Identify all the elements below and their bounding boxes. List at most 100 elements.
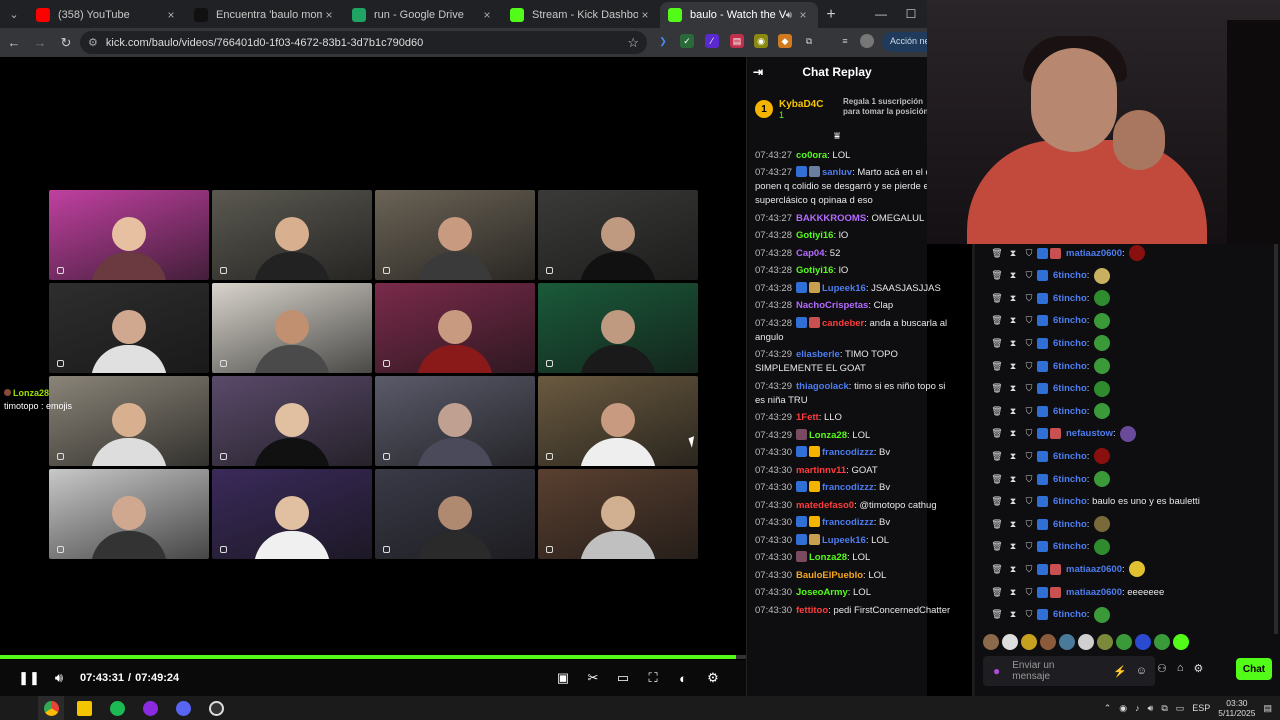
discord-taskbar-icon[interactable] — [170, 696, 196, 720]
message-username[interactable]: JoseoArmy — [796, 587, 848, 598]
delete-icon[interactable]: 🗑︎ — [989, 406, 1005, 417]
app-taskbar-icon[interactable] — [137, 696, 163, 720]
ban-shield-icon[interactable]: ⛉ — [1021, 496, 1037, 507]
message-username[interactable]: Cap04 — [796, 248, 825, 259]
delete-icon[interactable]: 🗑︎ — [989, 451, 1005, 462]
maximize-icon[interactable]: ☐ — [896, 7, 926, 21]
ban-shield-icon[interactable]: ⛉ — [1021, 428, 1037, 439]
ban-shield-icon[interactable]: ⛉ — [1021, 541, 1037, 552]
spotify-taskbar-icon[interactable] — [104, 696, 130, 720]
emote-icon[interactable] — [1116, 634, 1132, 650]
delete-icon[interactable]: 🗑︎ — [989, 270, 1005, 281]
bookmark-star-icon[interactable]: ☆ — [627, 35, 639, 51]
timeout-icon[interactable]: ⧗ — [1005, 248, 1021, 259]
dashboard-chat-username[interactable]: 6tincho — [1053, 383, 1087, 394]
dashboard-chat-username[interactable]: 6tincho — [1053, 451, 1087, 462]
message-username[interactable]: Lupeek16 — [822, 283, 866, 294]
dashboard-chat-username[interactable]: matiaaz0600 — [1066, 248, 1122, 259]
timeout-icon[interactable]: ⧗ — [1005, 541, 1021, 552]
taskbar-clock[interactable]: 03:30 5/11/2025 — [1218, 698, 1255, 718]
message-username[interactable]: NachoCrispetas — [796, 300, 868, 311]
address-bar[interactable]: ⚙ kick.com/baulo/videos/766401d0-1f03-46… — [80, 31, 647, 54]
ban-shield-icon[interactable]: ⛉ — [1021, 383, 1037, 394]
delete-icon[interactable]: 🗑︎ — [989, 361, 1005, 372]
theater-mode-icon[interactable]: ▭ — [608, 663, 638, 693]
timeout-icon[interactable]: ⧗ — [1005, 383, 1021, 394]
delete-icon[interactable]: 🗑︎ — [989, 474, 1005, 485]
ban-shield-icon[interactable]: ⛉ — [1021, 609, 1037, 620]
chat-scrollbar[interactable] — [1274, 244, 1278, 634]
emote-icon[interactable] — [983, 634, 999, 650]
settings-gear-icon[interactable]: ⚙ — [698, 663, 728, 693]
extension-icon[interactable]: ◆ — [778, 34, 792, 48]
delete-icon[interactable]: 🗑︎ — [989, 428, 1005, 439]
fullscreen-icon[interactable]: ⛶ — [638, 663, 668, 693]
browser-tab[interactable]: (358) YouTube × — [28, 2, 186, 28]
emoji-icon[interactable]: ☺ — [1136, 665, 1147, 677]
timeout-icon[interactable]: ⧗ — [1005, 474, 1021, 485]
delete-icon[interactable]: 🗑︎ — [989, 248, 1005, 259]
message-username[interactable]: co0ora — [796, 150, 827, 161]
tab-search-button[interactable]: ⌄ — [0, 0, 28, 28]
emote-icon[interactable] — [1097, 634, 1113, 650]
delete-icon[interactable]: 🗑︎ — [989, 338, 1005, 349]
language-indicator[interactable]: ESP — [1192, 703, 1210, 713]
delete-icon[interactable]: 🗑︎ — [989, 541, 1005, 552]
dashboard-chat-username[interactable]: 6tincho — [1053, 270, 1087, 281]
emote-icon[interactable] — [1002, 634, 1018, 650]
message-username[interactable]: eliasberle — [796, 349, 840, 360]
chat-input[interactable]: ● Enviar un mensaje ⚡ ☺ — [983, 656, 1155, 686]
extension-icon[interactable]: ▤ — [730, 34, 744, 48]
delete-icon[interactable]: 🗑︎ — [989, 496, 1005, 507]
delete-icon[interactable]: 🗑︎ — [989, 519, 1005, 530]
profile-avatar[interactable] — [860, 34, 874, 48]
message-username[interactable]: candeber — [822, 318, 864, 329]
tab-audio-icon[interactable]: 🔊︎ — [786, 10, 792, 21]
dashboard-chat-username[interactable]: 6tincho — [1053, 293, 1087, 304]
chat-settings-gear-icon[interactable]: ⚙ — [1194, 662, 1204, 675]
miniplayer-icon[interactable]: ▣ — [548, 663, 578, 693]
ban-shield-icon[interactable]: ⛉ — [1021, 315, 1037, 326]
emote-icon[interactable] — [1021, 634, 1037, 650]
dashboard-chat-username[interactable]: 6tincho — [1053, 519, 1087, 530]
dashboard-chat-username[interactable]: 6tincho — [1053, 315, 1087, 326]
delete-icon[interactable]: 🗑︎ — [989, 315, 1005, 326]
top-gifter-banner[interactable]: 1 KybaD4C 1 Regala 1 suscripción para to… — [747, 87, 928, 131]
emote-icon[interactable] — [1078, 634, 1094, 650]
site-info-icon[interactable]: ⚙ — [88, 36, 98, 49]
delete-icon[interactable]: 🗑︎ — [989, 383, 1005, 394]
extension-icon[interactable]: ❯ — [656, 34, 670, 48]
ban-shield-icon[interactable]: ⛉ — [1021, 451, 1037, 462]
seek-bar[interactable] — [0, 655, 746, 659]
timeout-icon[interactable]: ⧗ — [1005, 564, 1021, 575]
ban-shield-icon[interactable]: ⛉ — [1021, 587, 1037, 598]
dashboard-chat-username[interactable]: 6tincho — [1053, 361, 1087, 372]
dashboard-chat-username[interactable]: 6tincho — [1053, 541, 1087, 552]
timeout-icon[interactable]: ⧗ — [1005, 519, 1021, 530]
tray-volume-icon[interactable]: 🔊︎ — [1148, 703, 1154, 714]
tab-close-icon[interactable]: × — [322, 8, 336, 22]
browser-tab[interactable]: Encuentra 'baulo momo' en TikTok× — [186, 2, 344, 28]
timeout-icon[interactable]: ⧗ — [1005, 496, 1021, 507]
ban-shield-icon[interactable]: ⛉ — [1021, 293, 1037, 304]
clip-icon[interactable]: ✂ — [578, 663, 608, 693]
message-username[interactable]: Lonza28 — [809, 552, 847, 563]
emote-icon[interactable] — [1173, 634, 1189, 650]
tab-close-icon[interactable]: × — [480, 8, 494, 22]
ban-shield-icon[interactable]: ⛉ — [1021, 406, 1037, 417]
tray-mic-icon[interactable]: ♪ — [1135, 703, 1140, 713]
timeout-icon[interactable]: ⧗ — [1005, 361, 1021, 372]
timeout-icon[interactable]: ⧗ — [1005, 338, 1021, 349]
command-icon[interactable]: ⚡ — [1113, 665, 1127, 678]
minimize-icon[interactable]: — — [866, 7, 896, 21]
extensions-puzzle-icon[interactable]: ⧉ — [802, 34, 816, 48]
delete-icon[interactable]: 🗑︎ — [989, 564, 1005, 575]
extension-icon[interactable]: ✓ — [680, 34, 694, 48]
ban-shield-icon[interactable]: ⛉ — [1021, 338, 1037, 349]
message-username[interactable]: matedefaso0 — [796, 500, 854, 511]
message-username[interactable]: sanluv — [822, 167, 852, 178]
emote-icon[interactable] — [1154, 634, 1170, 650]
message-username[interactable]: Lonza28 — [809, 430, 847, 441]
tray-chevron-icon[interactable]: ⌃ — [1104, 703, 1112, 714]
ban-shield-icon[interactable]: ⛉ — [1021, 474, 1037, 485]
